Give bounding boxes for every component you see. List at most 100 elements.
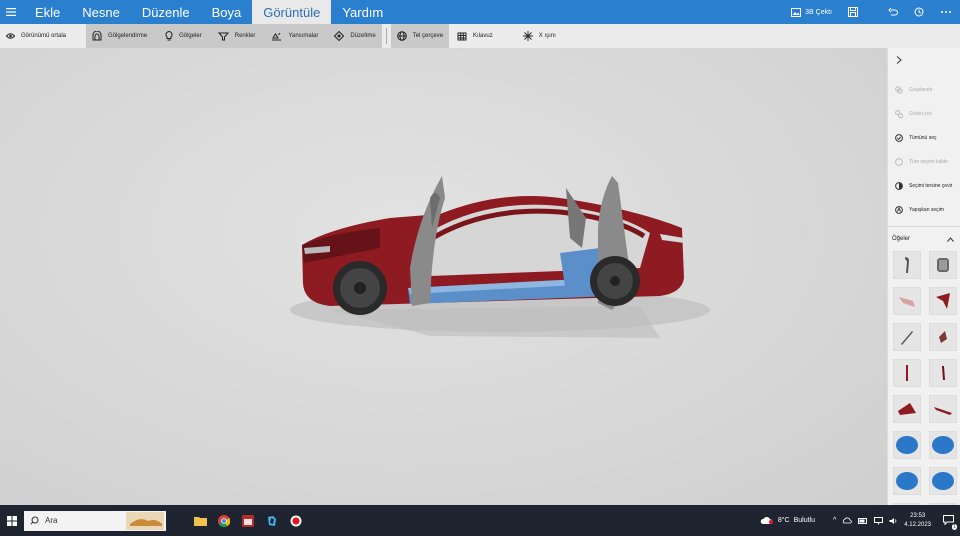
grid-icon [457, 32, 467, 40]
xray-label: X ışını [538, 33, 556, 39]
menubar-actions: 3B Çektı [783, 0, 960, 24]
weather-temperature: 8°C [777, 517, 790, 524]
taskbar-search-box[interactable]: Ara [24, 510, 166, 531]
select-all-icon [895, 134, 903, 142]
ungroup-button[interactable]: Grubu çöz [888, 102, 960, 126]
wireframe-button[interactable]: Tel çerçeve [391, 24, 449, 48]
item-thumbnail[interactable] [929, 323, 957, 351]
deselect-all-icon [895, 158, 903, 166]
render-options-group: Gölgelendirme Gölgeler Renkler Yansımala… [86, 24, 382, 48]
weather-widget[interactable]: 8°C Bulutlu [760, 516, 815, 525]
item-thumbnail[interactable] [893, 431, 921, 459]
paint3d-app[interactable] [260, 505, 284, 536]
grid-label: Kılavuz [473, 33, 493, 39]
deselect-all-button[interactable]: Tüm seçimi kaldır [888, 150, 960, 174]
ungroup-icon [895, 110, 903, 118]
item-thumbnail[interactable] [893, 287, 921, 315]
recorder-app[interactable] [284, 505, 308, 536]
sticky-selection-button[interactable]: Yapışkan seçim [888, 198, 960, 222]
item-thumbnail[interactable] [893, 467, 921, 495]
collapse-panel-button[interactable] [888, 48, 960, 72]
3d-viewport[interactable] [0, 48, 887, 505]
smoothing-label: Düzeltme [350, 33, 376, 39]
chevron-right-icon [896, 56, 902, 64]
menu-item-nesne[interactable]: Nesne [71, 0, 131, 24]
smoothing-button[interactable]: Düzeltme [328, 24, 381, 48]
menu-item-boya[interactable]: Boya [201, 0, 253, 24]
item-thumbnail[interactable] [893, 359, 921, 387]
group-icon [895, 86, 903, 94]
chevron-up-icon [947, 236, 954, 242]
item-thumbnail[interactable] [929, 359, 957, 387]
center-view-button[interactable]: Görünümü ortala [0, 24, 72, 48]
start-button[interactable] [0, 505, 24, 536]
item-thumbnail[interactable] [929, 287, 957, 315]
wireframe-group: Tel çerçeve [390, 24, 450, 48]
show-hidden-icons-chevron-icon[interactable]: ^ [833, 517, 836, 524]
reflections-button[interactable]: Yansımalar [265, 24, 324, 48]
item-thumbnail[interactable] [929, 251, 957, 279]
wireframe-label: Tel çerçeve [412, 33, 444, 39]
menu-item-goruntule[interactable]: Görüntüle [252, 0, 332, 24]
item-thumbnail[interactable] [893, 395, 921, 423]
item-thumbnail[interactable] [929, 395, 957, 423]
battery-icon[interactable] [858, 517, 868, 524]
view-toolbar: Görünümü ortala Gölgelendirme Gölgeler R… [0, 24, 960, 48]
lightbulb-icon [165, 31, 173, 41]
volume-icon[interactable] [889, 517, 898, 525]
system-clock[interactable]: 23:53 4.12.2023 [904, 512, 931, 530]
reflections-icon [272, 32, 282, 40]
cloud-icon [760, 517, 773, 524]
xray-button[interactable]: X ışını [517, 24, 562, 48]
onedrive-icon[interactable] [842, 517, 853, 524]
shading-button[interactable]: Gölgelendirme [86, 24, 153, 48]
file-explorer-app[interactable] [188, 505, 212, 536]
menu-bar: Ekle Nesne Düzenle Boya Görüntüle Yardım… [0, 0, 960, 24]
calendar-icon [242, 514, 254, 527]
item-thumbnail[interactable] [893, 251, 921, 279]
more-options-button[interactable] [932, 0, 960, 24]
hamburger-menu-icon[interactable] [0, 0, 22, 24]
calendar-app[interactable] [236, 505, 260, 536]
car-model[interactable] [0, 48, 887, 505]
3d-library-button[interactable]: 3B Çektı [783, 0, 840, 24]
menu-item-duzenle[interactable]: Düzenle [131, 0, 201, 24]
shadows-label: Gölgeler [179, 33, 202, 39]
clock-time: 23:53 [910, 512, 926, 519]
items-grid [888, 247, 960, 505]
shading-icon [92, 31, 102, 41]
items-section-header[interactable]: Öğeler [888, 231, 960, 247]
paint-bucket-icon [217, 32, 229, 40]
colors-button[interactable]: Renkler [212, 24, 262, 48]
chrome-app[interactable] [212, 505, 236, 536]
group-button[interactable]: Gruplandır [888, 78, 960, 102]
item-thumbnail[interactable] [929, 467, 957, 495]
items-header: Öğeler [892, 236, 911, 242]
image-icon [791, 7, 802, 17]
notification-count: 1 [952, 523, 957, 530]
invert-selection-icon [895, 182, 903, 190]
center-view-label: Görünümü ortala [21, 33, 67, 39]
windows-logo-icon [7, 515, 17, 526]
toolbar-divider [385, 28, 387, 44]
item-thumbnail[interactable] [893, 323, 921, 351]
eye-icon [6, 33, 15, 39]
group-label: Gruplandır [909, 87, 933, 93]
windows-taskbar: Ara 8°C Bulutlu ^ 23:53 4.12.2023 1 [0, 505, 960, 536]
menu-item-yardim[interactable]: Yardım [331, 0, 394, 24]
folder-icon [193, 516, 207, 526]
grid-button[interactable]: Kılavuz [451, 24, 499, 48]
undo-button[interactable] [880, 0, 906, 24]
select-all-button[interactable]: Tümünü seç [888, 126, 960, 150]
save-button[interactable] [840, 0, 866, 24]
history-button[interactable] [906, 0, 932, 24]
item-thumbnail[interactable] [929, 431, 957, 459]
network-icon[interactable] [874, 516, 884, 525]
shadows-button[interactable]: Gölgeler [159, 24, 208, 48]
system-tray: 8°C Bulutlu ^ 23:53 4.12.2023 1 [760, 505, 960, 536]
invert-selection-button[interactable]: Seçimi tersine çevir [888, 174, 960, 198]
weather-condition: Bulutlu [793, 517, 815, 524]
clock-date: 4.12.2023 [904, 521, 931, 528]
menu-item-ekle[interactable]: Ekle [24, 0, 71, 24]
notification-center-button[interactable]: 1 [943, 514, 957, 530]
